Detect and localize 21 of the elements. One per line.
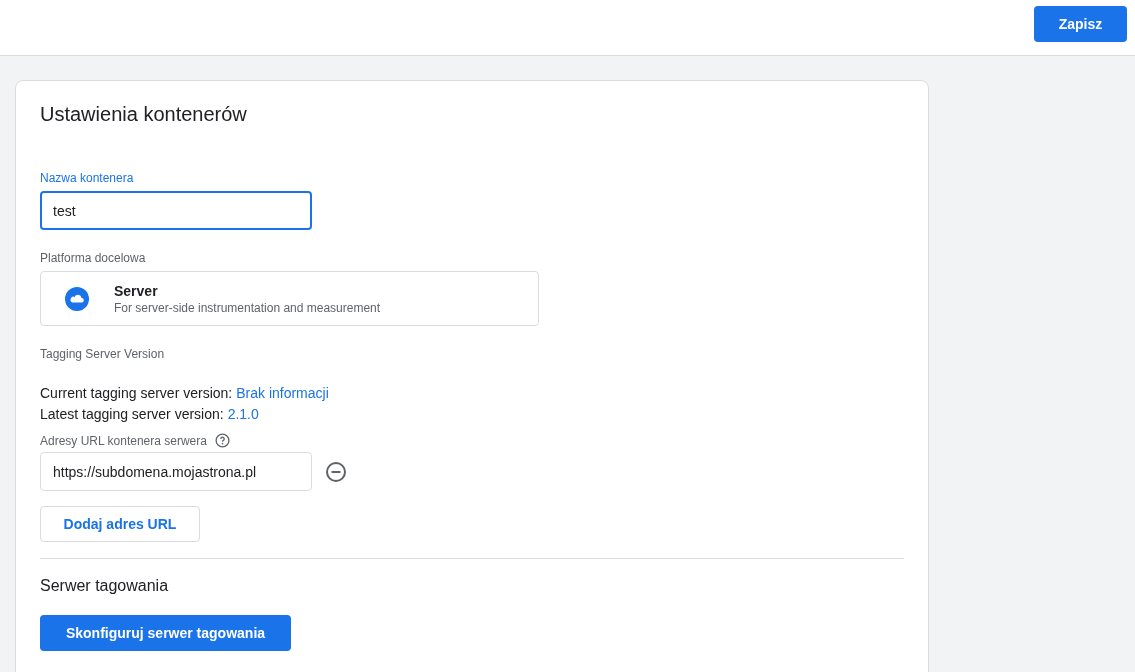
remove-icon[interactable]	[325, 460, 347, 483]
version-label: Current tagging server version:	[40, 384, 233, 403]
configure-button[interactable]: Skonfiguruj serwer tagowania	[40, 615, 291, 651]
cloud-icon	[65, 286, 89, 311]
version-value: 2.1.0	[227, 405, 259, 424]
field-label: Nazwa kontenera	[40, 171, 135, 185]
field-label: Platforma docelowa	[40, 251, 147, 265]
option-title: Server	[114, 282, 159, 299]
help-icon[interactable]	[214, 433, 230, 448]
card-title: Ustawienia kontenerów	[40, 103, 248, 126]
name-input-field[interactable]: test	[40, 191, 312, 230]
field-label: Adresy URL kontenera serwera	[40, 433, 207, 448]
platform-option[interactable]: Server For server-side instrumentation and measurement	[40, 271, 539, 326]
section-label: Tagging Server Version	[40, 347, 166, 361]
version-label: Latest tagging server version:	[40, 405, 224, 424]
option-description: For server-side instrumentation and measurement	[114, 300, 381, 315]
save-button[interactable]: Zapisz	[1034, 6, 1127, 42]
version-value: Brak informacji	[236, 384, 329, 403]
section-title: Serwer tagowania	[40, 577, 170, 595]
url-input-field[interactable]: https://subdomena.mojastrona.pl	[40, 452, 312, 491]
add-url-button[interactable]: Dodaj adres URL	[40, 506, 200, 542]
